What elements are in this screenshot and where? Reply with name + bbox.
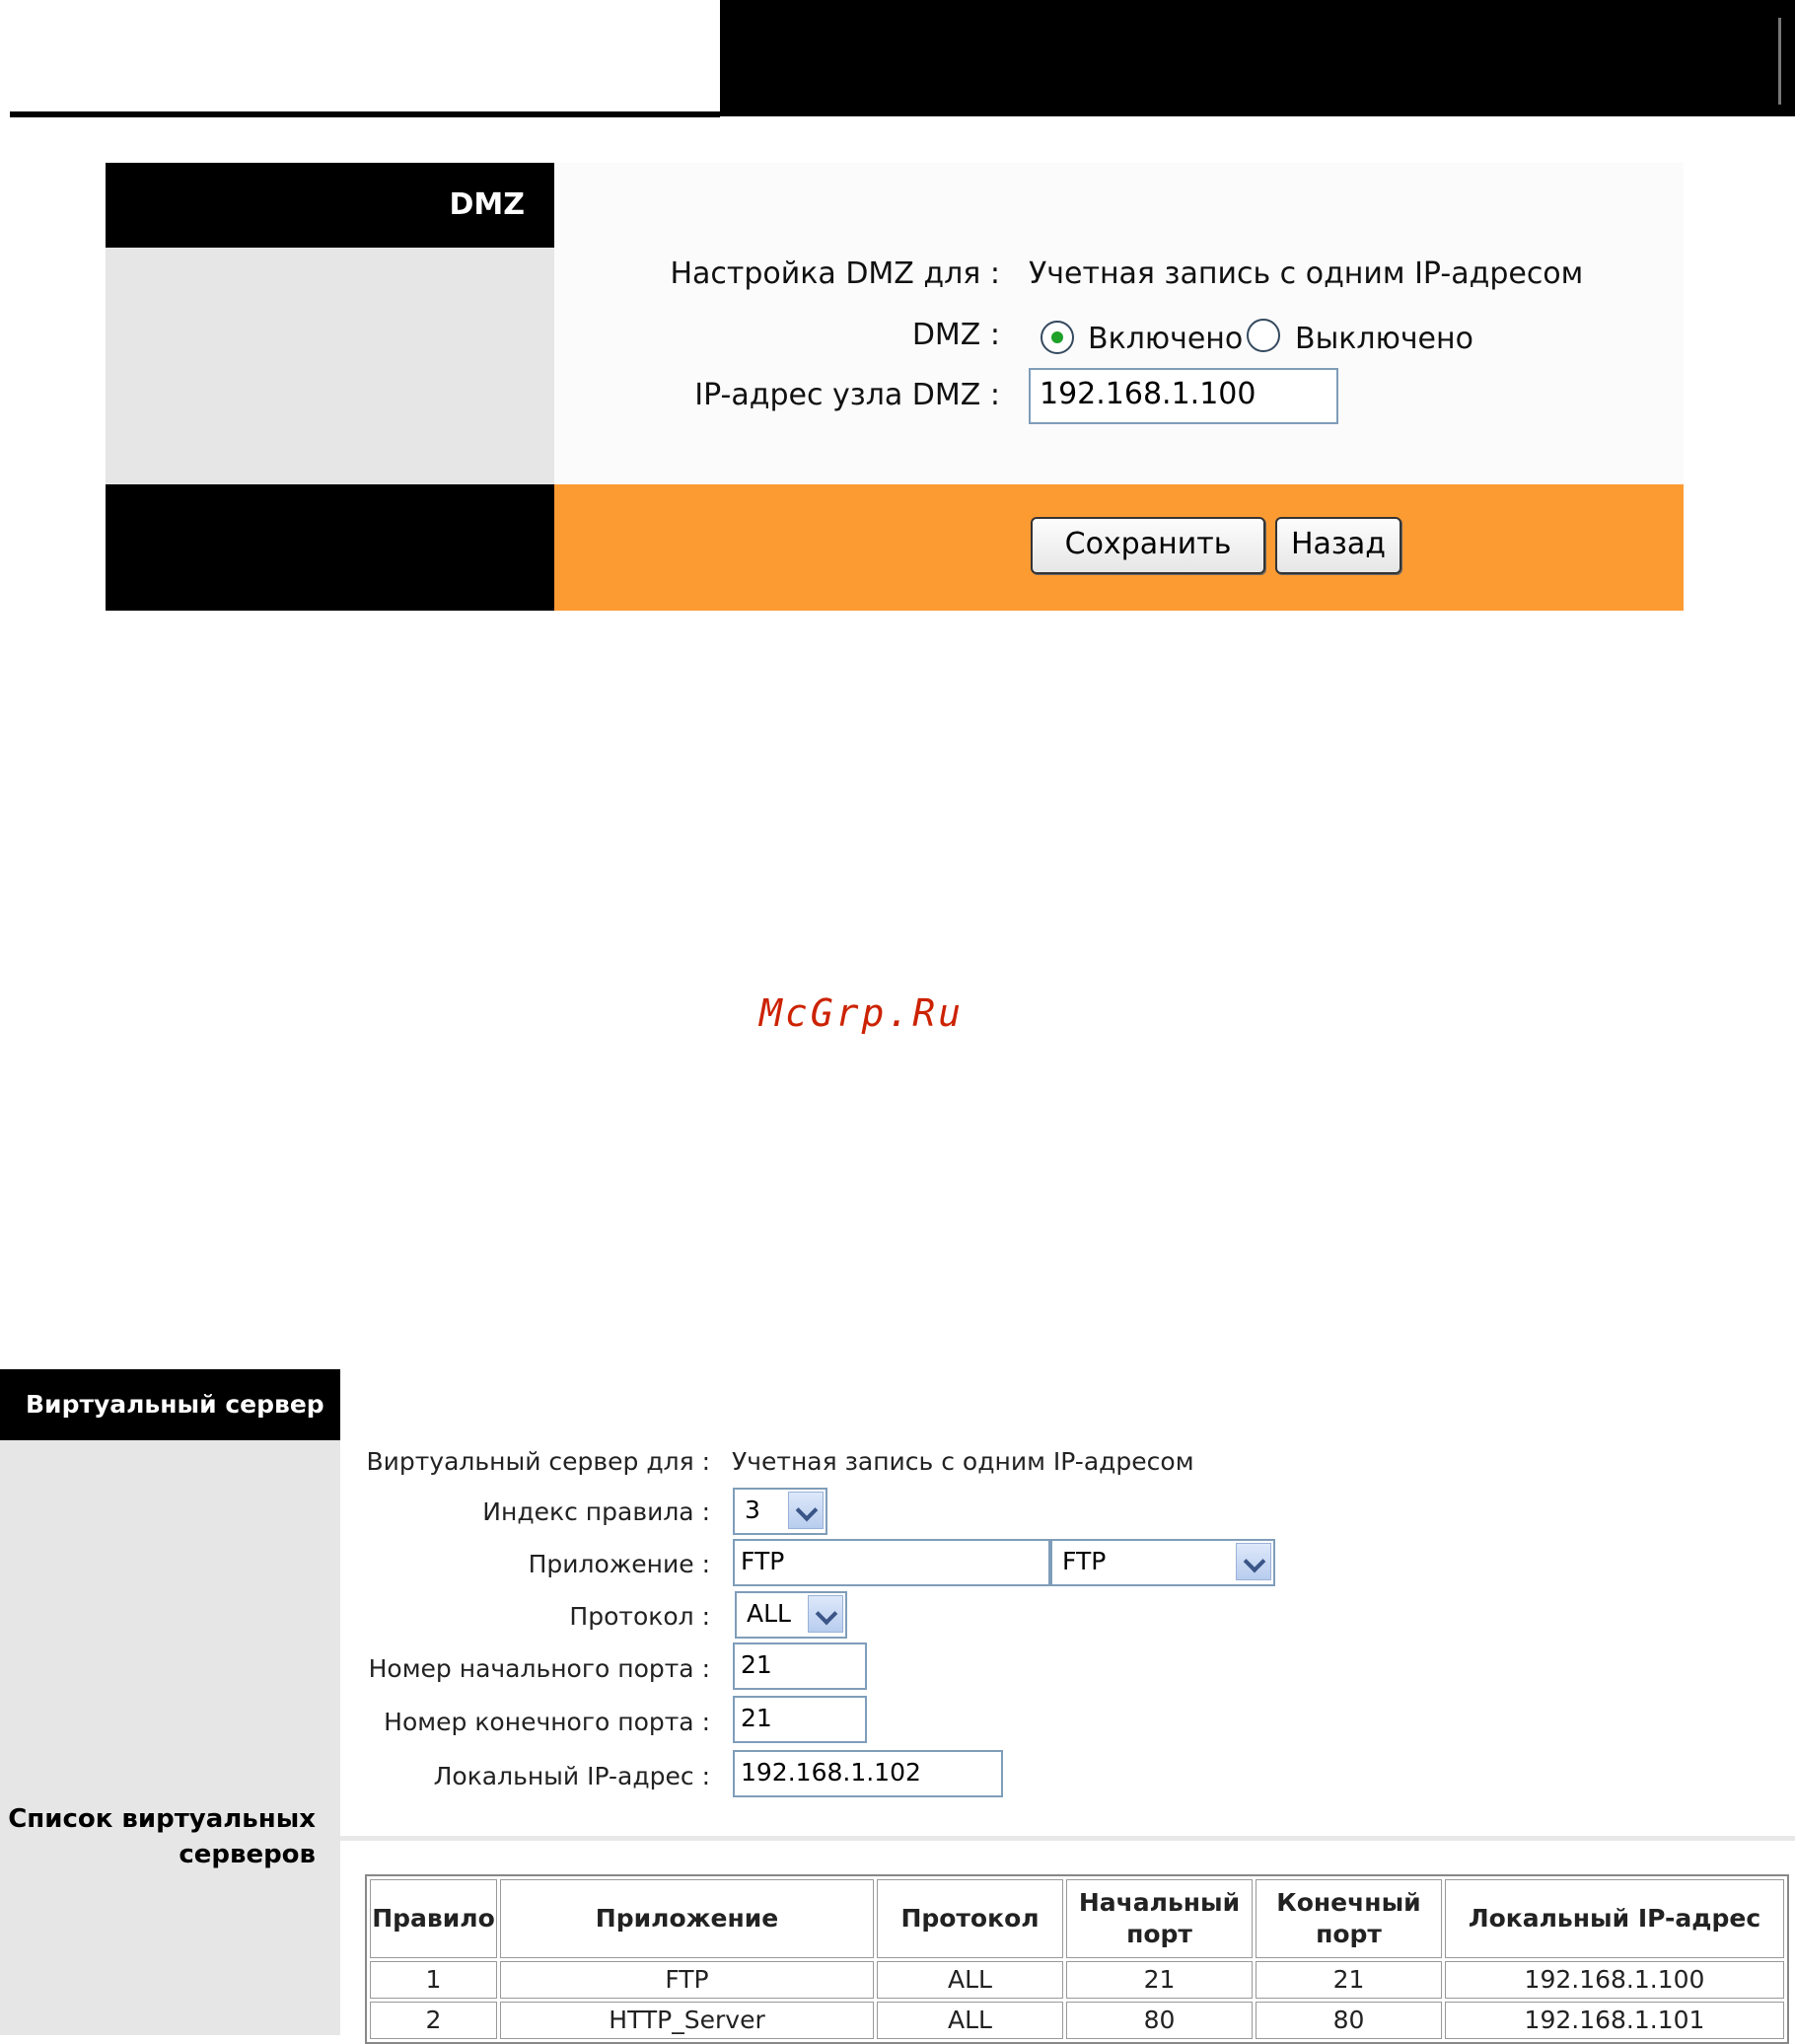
virtual-server-list-label: Список виртуальных серверов <box>0 1801 316 1872</box>
list-label-line2: серверов <box>179 1840 316 1869</box>
end-port-label: Номер конечного порта : <box>384 1708 710 1736</box>
start-port-label: Номер начального порта : <box>368 1654 710 1683</box>
dmz-config-value: Учетная запись с одним IP-адресом <box>1029 256 1584 291</box>
protocol-select[interactable]: ALL <box>735 1591 847 1639</box>
header-banner <box>720 0 1795 116</box>
list-label-line1: Список виртуальных <box>8 1804 316 1834</box>
end-port-input[interactable]: 21 <box>733 1696 867 1743</box>
col-rule: Правило <box>370 1879 497 1958</box>
start-port-input[interactable]: 21 <box>733 1642 867 1690</box>
header-left <box>0 0 720 116</box>
application-select-value: FTP <box>1062 1547 1107 1575</box>
cell-protocol: ALL <box>877 1961 1063 1999</box>
dmz-status-label: DMZ : <box>911 318 1000 352</box>
dmz-host-ip-input[interactable]: 192.168.1.100 <box>1029 368 1338 424</box>
col-application: Приложение <box>500 1879 874 1958</box>
save-button[interactable]: Сохранить <box>1031 517 1265 574</box>
dmz-config-label: Настройка DMZ для : <box>670 256 1000 291</box>
application-input[interactable]: FTP <box>733 1539 1050 1586</box>
application-label: Приложение : <box>528 1550 710 1578</box>
table-header-row: Правило Приложение Протокол Начальный по… <box>370 1879 1784 1958</box>
virtual-server-table: Правило Приложение Протокол Начальный по… <box>365 1874 1789 2044</box>
application-select[interactable]: FTP <box>1050 1539 1275 1586</box>
protocol-value: ALL <box>747 1599 791 1628</box>
cell-application: FTP <box>500 1961 874 1999</box>
col-end-port: Конечный порт <box>1256 1879 1442 1958</box>
cell-end-port: 21 <box>1256 1961 1442 1999</box>
cell-start-port: 21 <box>1066 1961 1253 1999</box>
dmz-sidebar <box>106 248 554 484</box>
dmz-disabled-label: Выключено <box>1295 322 1473 356</box>
vs-config-label: Виртуальный сервер для : <box>366 1447 710 1476</box>
virtual-server-title: Виртуальный сервер <box>0 1369 340 1440</box>
col-protocol: Протокол <box>877 1879 1063 1958</box>
col-local-ip: Локальный IP-адрес <box>1445 1879 1784 1958</box>
dmz-title: DMZ <box>106 163 554 248</box>
rule-index-value: 3 <box>745 1496 760 1524</box>
cell-protocol: ALL <box>877 2002 1063 2039</box>
local-ip-label: Локальный IP-адрес : <box>433 1762 710 1790</box>
watermark: McGrp.Ru <box>759 991 965 1035</box>
header-underline <box>10 111 720 117</box>
dmz-footer-left <box>106 484 554 611</box>
virtual-server-sidebar <box>0 1440 340 2035</box>
cell-rule: 2 <box>370 2002 497 2039</box>
dmz-host-ip-label: IP-адрес узла DMZ : <box>694 378 1000 412</box>
section-divider <box>340 1836 1795 1841</box>
dmz-enabled-label: Включено <box>1088 322 1244 356</box>
back-button[interactable]: Назад <box>1275 517 1401 574</box>
cell-rule: 1 <box>370 1961 497 1999</box>
table-row: 2 HTTP_Server ALL 80 80 192.168.1.101 <box>370 2002 1784 2039</box>
local-ip-input[interactable]: 192.168.1.102 <box>733 1750 1003 1797</box>
dmz-enabled-radio[interactable] <box>1041 321 1074 354</box>
rule-index-select[interactable]: 3 <box>733 1488 827 1535</box>
vs-config-value: Учетная запись с одним IP-адресом <box>732 1447 1194 1476</box>
chevron-down-icon <box>788 1492 824 1529</box>
cell-start-port: 80 <box>1066 2002 1253 2039</box>
cell-local-ip: 192.168.1.101 <box>1445 2002 1784 2039</box>
cell-application: HTTP_Server <box>500 2002 874 2039</box>
dmz-disabled-radio[interactable] <box>1247 319 1280 352</box>
chevron-down-icon <box>1236 1543 1271 1580</box>
chevron-down-icon <box>808 1595 843 1633</box>
protocol-label: Протокол : <box>569 1602 710 1631</box>
rule-index-label: Индекс правила : <box>482 1497 710 1526</box>
cell-local-ip: 192.168.1.100 <box>1445 1961 1784 1999</box>
col-start-port: Начальный порт <box>1066 1879 1253 1958</box>
table-row: 1 FTP ALL 21 21 192.168.1.100 <box>370 1961 1784 1999</box>
header-divider <box>1778 18 1781 105</box>
cell-end-port: 80 <box>1256 2002 1442 2039</box>
